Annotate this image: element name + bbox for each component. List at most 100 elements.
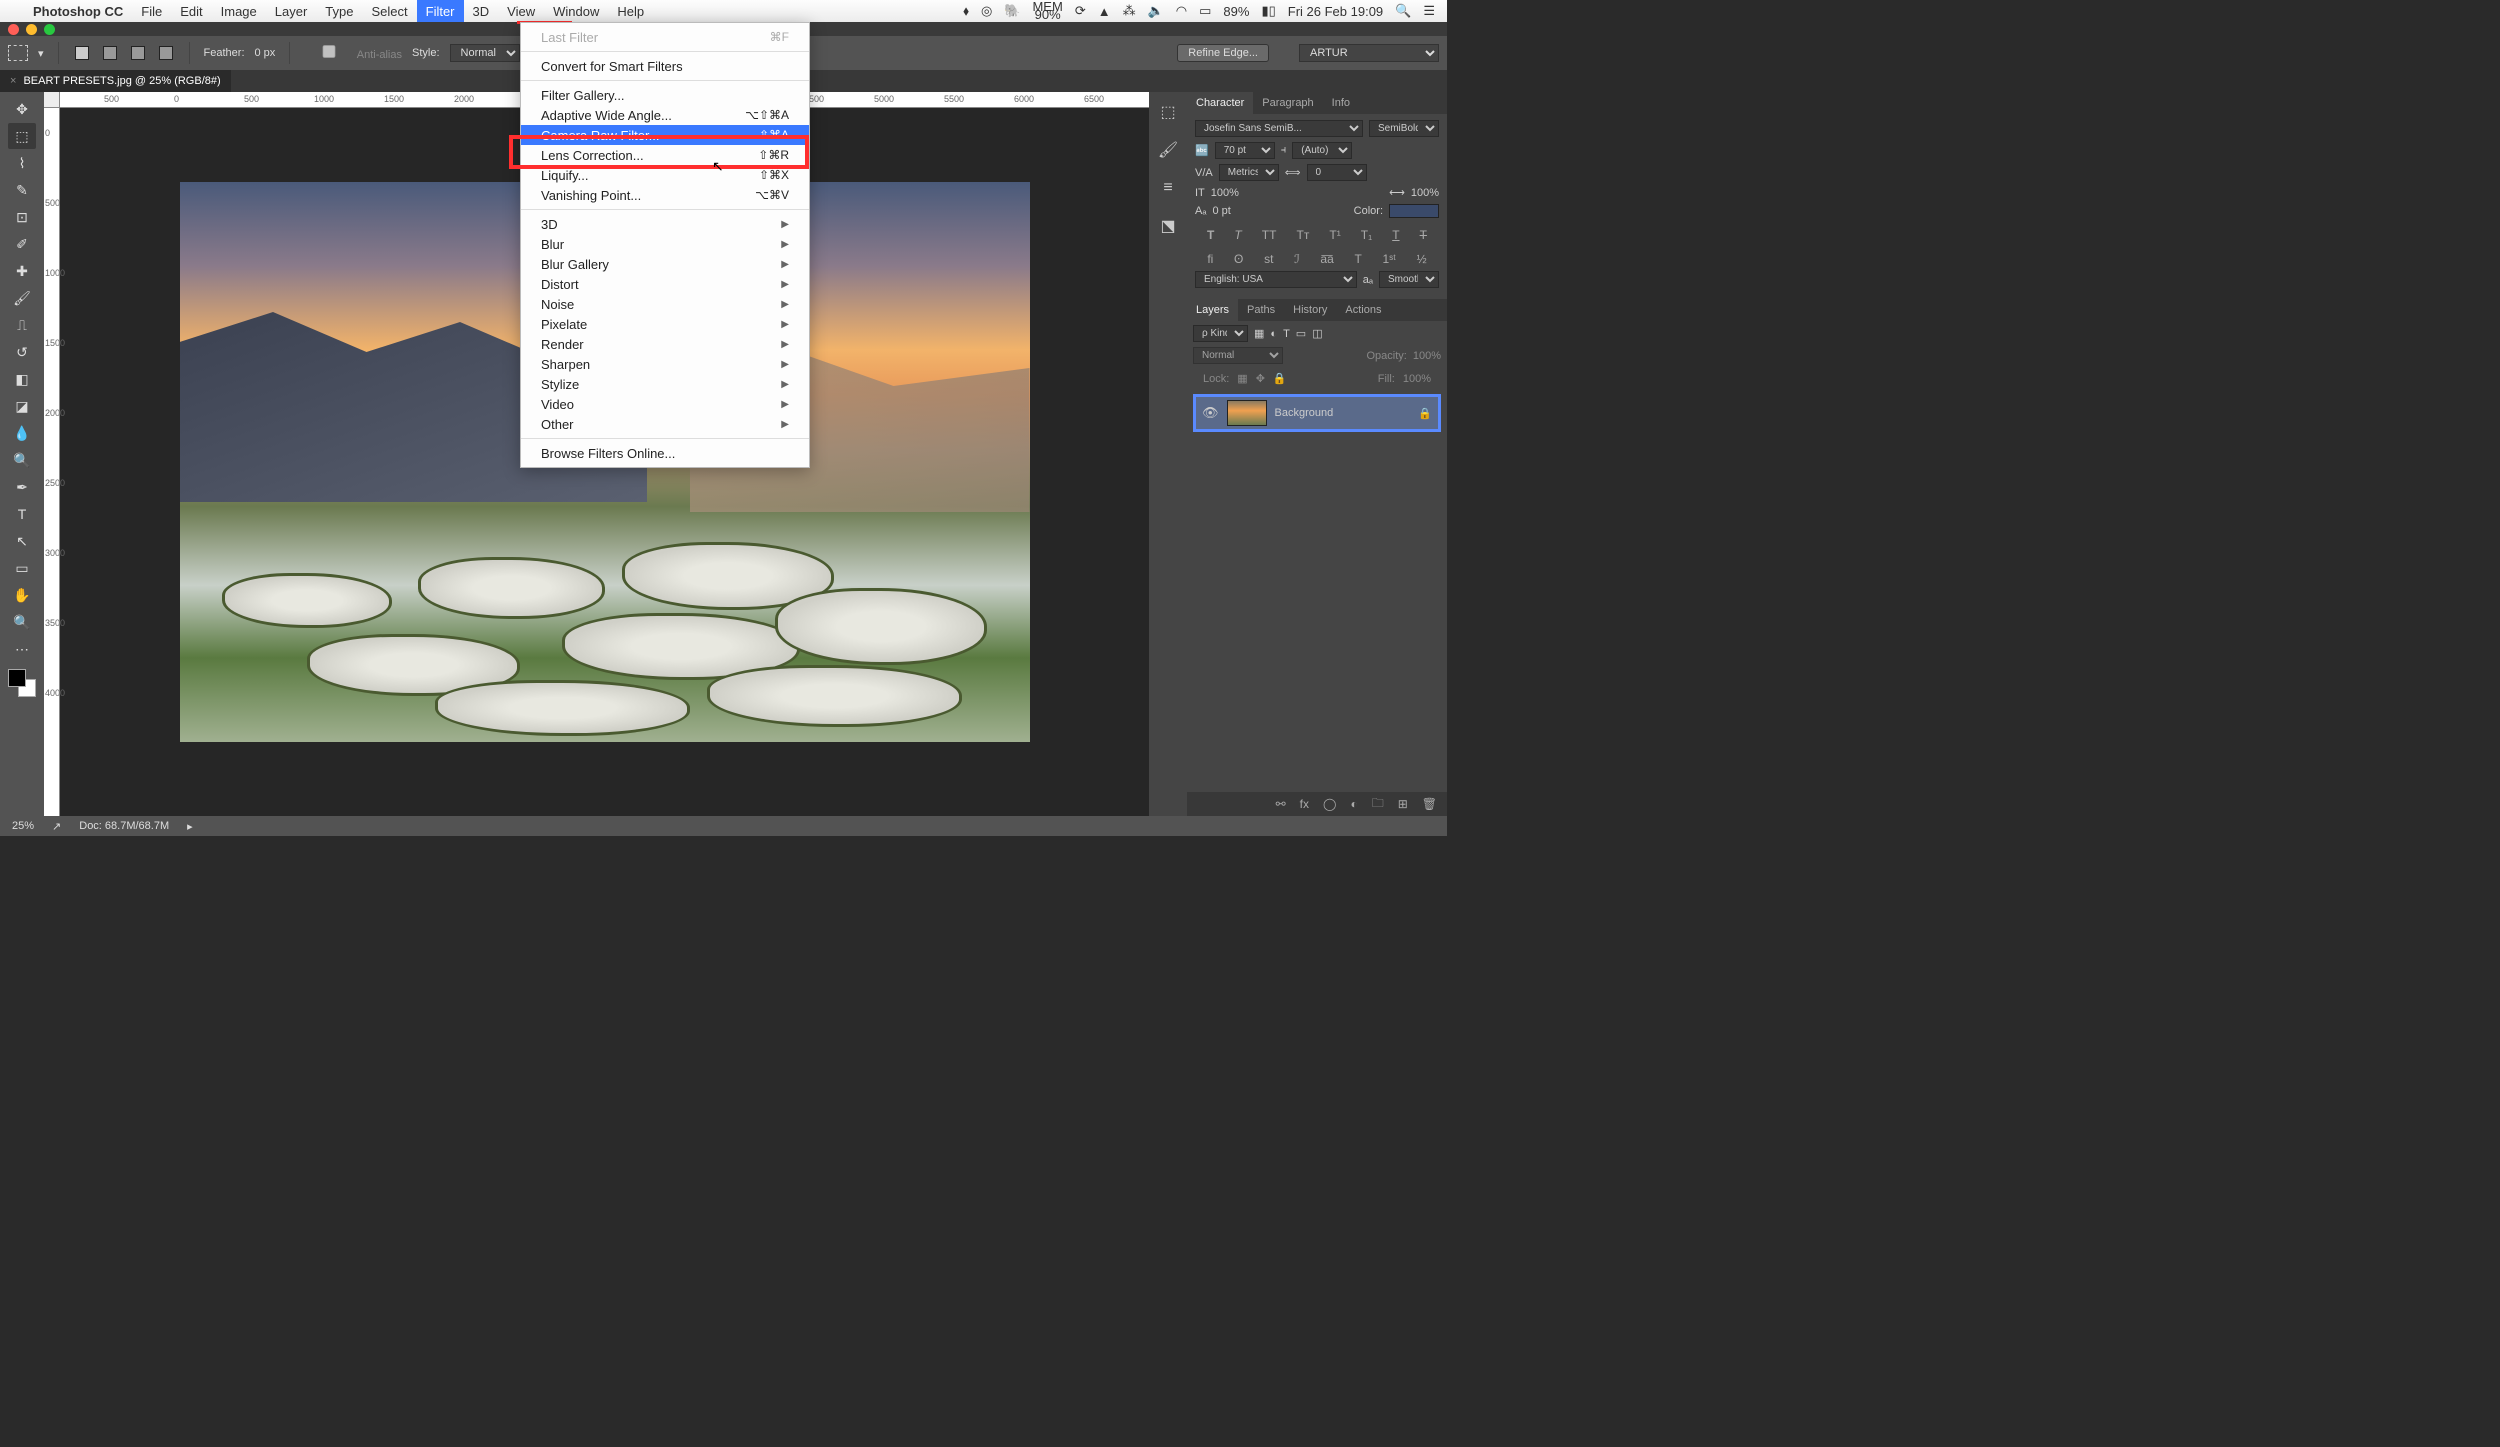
filter-type-icon[interactable]: T (1283, 328, 1290, 340)
mem-icon[interactable]: MEM90% (1032, 3, 1062, 19)
crop-tool[interactable]: ⊡ (8, 204, 36, 230)
menu-blur-sub[interactable]: Blur▶ (521, 234, 809, 254)
fractions-icon[interactable]: ½ (1417, 252, 1427, 266)
path-select-tool[interactable]: ↖ (8, 528, 36, 554)
menu-3d[interactable]: 3D (464, 0, 499, 22)
hscale-value[interactable]: 100% (1411, 187, 1439, 199)
feather-value[interactable]: 0 px (255, 47, 276, 59)
zoom-window-icon[interactable] (44, 24, 55, 35)
stylistic-icon[interactable]: a͞a (1320, 252, 1333, 266)
visibility-icon[interactable]: 👁 (1202, 405, 1219, 421)
font-size-select[interactable]: 70 pt (1215, 142, 1275, 159)
ligatures-icon[interactable]: fi (1207, 252, 1213, 266)
minimize-window-icon[interactable] (26, 24, 37, 35)
refine-edge-button[interactable]: Refine Edge... (1177, 44, 1269, 62)
menu-distort-sub[interactable]: Distort▶ (521, 274, 809, 294)
subtract-selection-icon[interactable] (131, 46, 145, 60)
hand-tool[interactable]: ✋ (8, 582, 36, 608)
menu-type[interactable]: Type (316, 0, 362, 22)
discretionary-icon[interactable]: st (1264, 252, 1273, 266)
menu-camera-raw-filter[interactable]: Camera Raw Filter...⇧⌘A (521, 125, 809, 145)
pen-tool[interactable]: ✒ (8, 474, 36, 500)
chevron-down-icon[interactable]: ▾ (38, 47, 44, 60)
contextual-icon[interactable]: ʘ (1234, 252, 1243, 266)
menu-adaptive-wide-angle[interactable]: Adaptive Wide Angle...⌥⇧⌘A (521, 105, 809, 125)
tracking-select[interactable]: 0 (1307, 164, 1367, 181)
healing-tool[interactable]: ✚ (8, 258, 36, 284)
tab-info[interactable]: Info (1323, 92, 1359, 114)
menu-filter-gallery[interactable]: Filter Gallery... (521, 85, 809, 105)
menu-filter[interactable]: Filter (417, 0, 464, 22)
notification-icon[interactable]: ▲ (1098, 4, 1111, 19)
export-icon[interactable]: ↗ (52, 820, 61, 833)
bluetooth-icon[interactable]: ⁂ (1123, 3, 1136, 19)
sync-icon[interactable]: ⟳ (1075, 3, 1086, 19)
workspace-select[interactable]: ARTUR (1299, 44, 1439, 62)
close-window-icon[interactable] (8, 24, 19, 35)
menu-edit[interactable]: Edit (171, 0, 211, 22)
titling-icon[interactable]: T (1354, 252, 1361, 266)
style-select[interactable]: Normal (450, 44, 520, 62)
underline-icon[interactable]: T (1392, 228, 1399, 242)
leading-select[interactable]: (Auto) (1292, 142, 1352, 159)
gradient-tool[interactable]: ◪ (8, 393, 36, 419)
shape-tool[interactable]: ▭ (8, 555, 36, 581)
stamp-tool[interactable]: ⎍ (8, 312, 36, 338)
move-tool[interactable]: ✥ (8, 96, 36, 122)
language-select[interactable]: English: USA (1195, 271, 1357, 288)
foreground-swatch[interactable] (8, 669, 26, 687)
styles-panel-icon[interactable]: ⬔ (1158, 216, 1178, 236)
menu-view[interactable]: View (498, 0, 544, 22)
add-selection-icon[interactable] (103, 46, 117, 60)
delete-layer-icon[interactable]: 🗑 (1422, 797, 1437, 811)
new-layer-icon[interactable]: ⊞ (1398, 797, 1408, 811)
tab-history[interactable]: History (1284, 299, 1336, 321)
eraser-tool[interactable]: ◧ (8, 366, 36, 392)
doc-info[interactable]: Doc: 68.7M/68.7M (79, 820, 169, 832)
lasso-tool[interactable]: ⌇ (8, 150, 36, 176)
display-icon[interactable]: ▭ (1199, 3, 1211, 19)
tab-character[interactable]: Character (1187, 92, 1253, 114)
adjustments-panel-icon[interactable]: ≡ (1158, 178, 1178, 198)
menu-sharpen-sub[interactable]: Sharpen▶ (521, 354, 809, 374)
dodge-tool[interactable]: 🔍 (8, 447, 36, 473)
history-brush-tool[interactable]: ↺ (8, 339, 36, 365)
layer-fx-icon[interactable]: fx (1300, 797, 1309, 811)
strikethrough-icon[interactable]: T (1420, 228, 1427, 242)
filter-kind-select[interactable]: ρ Kind (1193, 325, 1248, 342)
italic-icon[interactable]: T (1234, 228, 1241, 242)
menu-icon[interactable]: ☰ (1423, 3, 1435, 19)
tab-paths[interactable]: Paths (1238, 299, 1284, 321)
new-group-icon[interactable]: 🗀 (1372, 794, 1384, 815)
layer-background[interactable]: 👁 Background 🔒 (1193, 394, 1441, 432)
superscript-icon[interactable]: T¹ (1329, 228, 1340, 242)
menu-render-sub[interactable]: Render▶ (521, 334, 809, 354)
text-color-swatch[interactable] (1389, 204, 1439, 218)
layer-mask-icon[interactable]: ◯ (1323, 797, 1336, 811)
menu-liquify[interactable]: Liquify...⇧⌘X (521, 165, 809, 185)
menu-window[interactable]: Window (544, 0, 608, 22)
swash-icon[interactable]: ℐ (1294, 252, 1300, 266)
battery-icon[interactable]: ▮▯ (1261, 3, 1275, 19)
tool-preset-icon[interactable] (8, 45, 28, 61)
lock-icon[interactable]: 🔒 (1418, 407, 1432, 420)
layer-name[interactable]: Background (1275, 407, 1334, 419)
menu-convert-smart[interactable]: Convert for Smart Filters (521, 56, 809, 76)
zoom-tool[interactable]: 🔍 (8, 609, 36, 635)
new-fill-icon[interactable]: ◐ (1350, 797, 1357, 811)
close-tab-icon[interactable]: × (10, 75, 16, 87)
baseline-value[interactable]: 0 pt (1212, 205, 1230, 217)
tab-layers[interactable]: Layers (1187, 299, 1238, 321)
link-layers-icon[interactable]: ⚯ (1276, 797, 1286, 811)
wifi-icon[interactable]: ◠ (1176, 3, 1187, 19)
menu-video-sub[interactable]: Video▶ (521, 394, 809, 414)
cc-icon[interactable]: ◎ (981, 3, 992, 19)
battery-percent[interactable]: 89% (1223, 4, 1249, 19)
document-tab[interactable]: × BEART PRESETS.jpg @ 25% (RGB/8#) (0, 70, 231, 92)
filter-smart-icon[interactable]: ◫ (1312, 327, 1322, 340)
eyedropper-tool[interactable]: ✐ (8, 231, 36, 257)
tab-actions[interactable]: Actions (1336, 299, 1390, 321)
menu-lens-correction[interactable]: Lens Correction...⇧⌘R (521, 145, 809, 165)
status-chevron-icon[interactable]: ▸ (187, 820, 193, 833)
marquee-tool[interactable]: ⬚ (8, 123, 36, 149)
